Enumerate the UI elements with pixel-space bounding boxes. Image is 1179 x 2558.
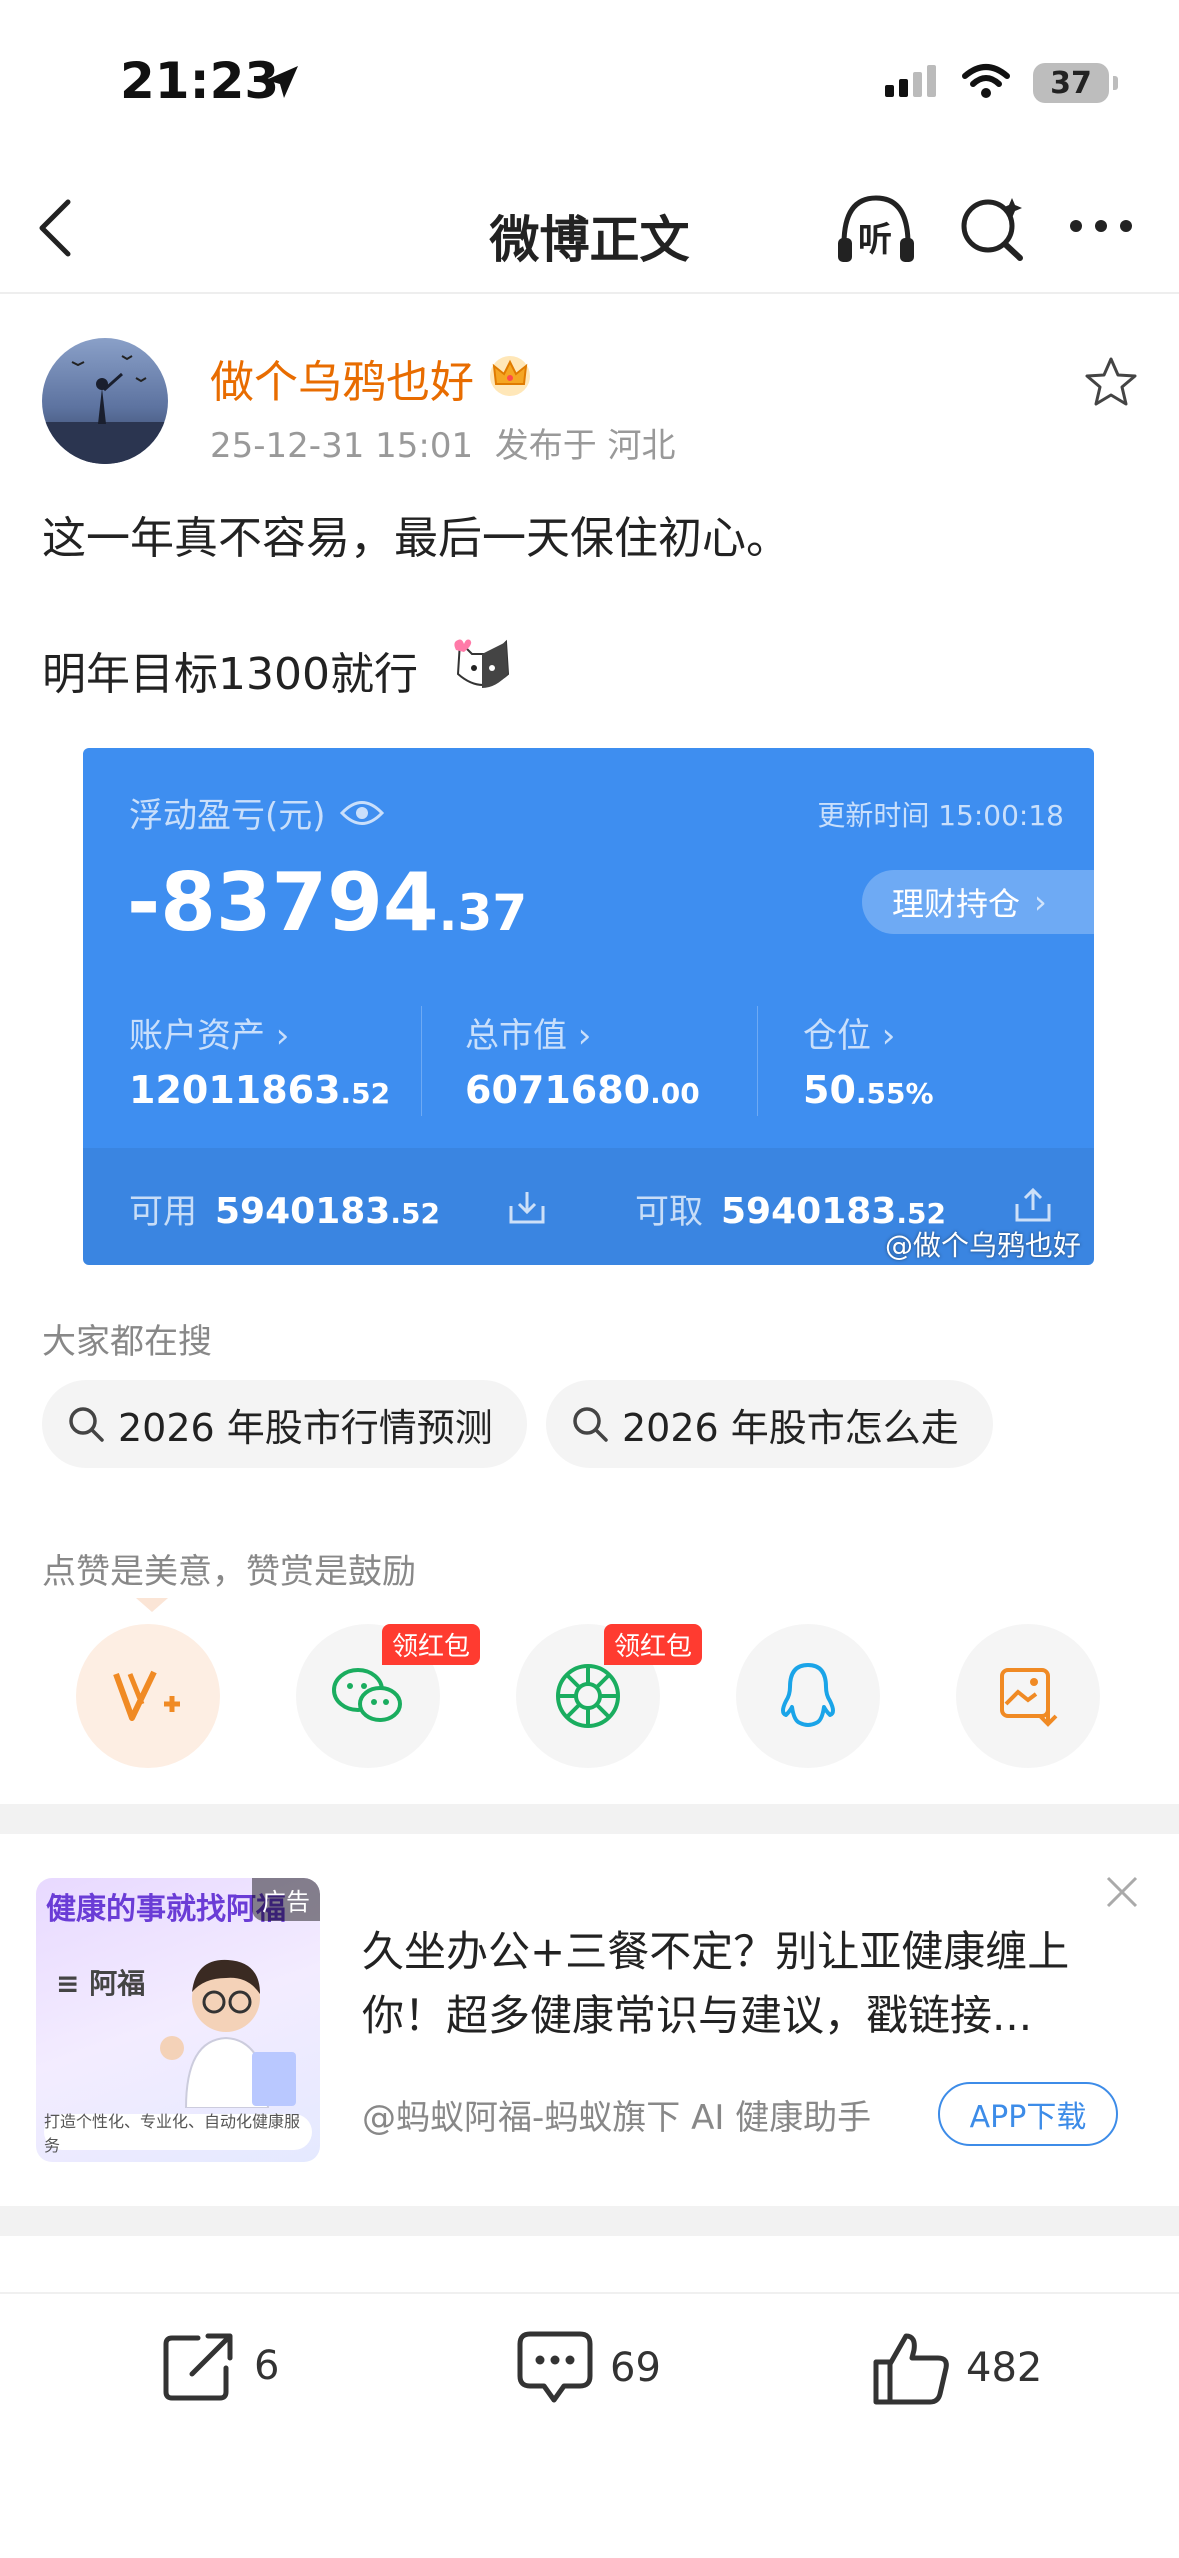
ad-image-caption: 打造个性化、专业化、自动化健康服务 <box>44 2112 312 2155</box>
image-watermark: @做个乌鸦也好 <box>885 1229 1082 1262</box>
market-value-label: 总市值 › <box>465 1016 592 1056</box>
reward-label: 点赞是美意，赞赏是鼓励 <box>42 1552 416 1592</box>
save-image-icon <box>1000 1668 1058 1727</box>
search-chip-label: 2026 年股市行情预测 <box>118 1405 493 1450</box>
pnl-value: -83794.37 <box>127 856 527 949</box>
comment-count: 69 <box>610 2345 661 2391</box>
status-time: 21:23 <box>120 52 280 110</box>
search-chip-2[interactable]: 2026 年股市怎么走 <box>546 1380 993 1468</box>
signal-icon <box>883 63 939 103</box>
reward-button[interactable] <box>76 1624 220 1768</box>
comment-button[interactable]: 69 <box>516 2330 661 2406</box>
like-count: 482 <box>966 2345 1043 2391</box>
avatar[interactable] <box>42 338 168 464</box>
account-assets-value: 12011863.52 <box>129 1068 391 1112</box>
search-icon <box>573 1407 608 1442</box>
section-separator <box>0 2206 1179 2236</box>
save-image-button[interactable] <box>956 1624 1100 1768</box>
repost-count: 6 <box>254 2343 280 2389</box>
favorite-star-icon[interactable] <box>1084 356 1138 412</box>
pnl-label: 浮动盈亏(元) <box>129 796 326 836</box>
qq-icon <box>781 1663 835 1727</box>
cat-emoji-icon <box>452 634 514 696</box>
ad-source: @蚂蚁阿福-蚂蚁旗下 AI 健康助手 <box>362 2098 872 2138</box>
holdings-button[interactable]: 理财持仓 › <box>862 870 1094 934</box>
update-time: 更新时间 15:00:18 <box>817 799 1064 832</box>
crown-badge-icon <box>486 350 534 402</box>
repost-icon <box>163 2333 233 2401</box>
search-chip-label: 2026 年股市怎么走 <box>622 1405 959 1450</box>
position-label: 仓位 › <box>803 1016 896 1056</box>
position-value: 50.55% <box>803 1068 934 1112</box>
v-plus-icon <box>113 1670 180 1721</box>
thumbs-up-icon <box>873 2333 949 2405</box>
pnl-main: -83794 <box>127 856 439 949</box>
post-timestamp: 25-12-31 15:01 <box>210 426 474 466</box>
close-ad-icon[interactable] <box>1104 1874 1140 1914</box>
red-packet-badge: 领红包 <box>604 1624 703 1665</box>
more-button[interactable] <box>1068 218 1134 238</box>
col-divider <box>421 1006 422 1116</box>
red-packet-badge: 领红包 <box>382 1624 481 1665</box>
pnl-decimal: .37 <box>438 884 528 942</box>
tooltip-arrow <box>136 1598 168 1612</box>
location-arrow-icon <box>262 62 302 106</box>
like-button[interactable]: 482 <box>872 2330 1042 2406</box>
section-separator <box>0 1804 1179 1834</box>
battery-indicator: 37 <box>1033 63 1118 103</box>
post-text-line2: 明年目标1300就行 <box>42 649 418 700</box>
market-value-value: 6071680.00 <box>465 1068 700 1112</box>
post-meta: 25-12-31 15:01 发布于 河北 <box>210 418 676 467</box>
app-download-button[interactable]: APP下载 <box>938 2082 1118 2146</box>
upload-icon[interactable] <box>1013 1184 1053 1224</box>
ai-search-button[interactable] <box>956 192 1028 268</box>
ad-image-title: 健康的事就找阿福 <box>46 1892 286 1927</box>
col-divider <box>757 1006 758 1116</box>
wechat-icon <box>332 1668 402 1722</box>
post-location: 发布于 河北 <box>494 426 676 466</box>
ad-text[interactable]: 久坐办公+三餐不定？别让亚健康缠上你！超多健康常识与建议，戳链接... <box>362 1920 1132 2048</box>
eye-icon <box>339 800 384 825</box>
ad-image[interactable]: 健康的事就找阿福 广告 ≡ 阿福 打造个性化、专业化、自动化健康服务 <box>36 1878 320 2162</box>
ad-tag: 广告 <box>252 1878 320 1921</box>
repost-button[interactable]: 6 <box>162 2330 279 2402</box>
available-funds: 可用 5940183.52 <box>129 1191 440 1232</box>
ad-brand: ≡ 阿福 <box>56 1967 146 2000</box>
search-chip-1[interactable]: 2026 年股市行情预测 <box>42 1380 527 1468</box>
holdings-button-label: 理财持仓 <box>892 885 1021 923</box>
nav-divider <box>0 292 1179 294</box>
username[interactable]: 做个乌鸦也好 <box>210 346 474 410</box>
status-indicators: 37 <box>883 62 1118 104</box>
search-section-label: 大家都在搜 <box>42 1322 212 1362</box>
account-assets-label: 账户资产 › <box>129 1016 290 1056</box>
listen-label: 听 <box>858 220 892 260</box>
wifi-icon <box>961 62 1011 104</box>
chevron-right-icon: › <box>1034 883 1047 921</box>
comment-icon <box>517 2331 593 2403</box>
share-qq-button[interactable] <box>736 1624 880 1768</box>
search-icon <box>69 1407 104 1442</box>
pnl-label-row: 浮动盈亏(元) <box>129 788 384 837</box>
moments-icon <box>556 1664 620 1728</box>
download-icon[interactable] <box>507 1188 547 1228</box>
doctor-illustration <box>160 1959 296 2108</box>
post-text-line1: 这一年真不容易，最后一天保住初心。 <box>42 513 790 564</box>
portfolio-screenshot[interactable]: 浮动盈亏(元) 更新时间 15:00:18 -83794.37 理财持仓 › 账户… <box>83 748 1094 1265</box>
listen-button[interactable]: 听 <box>834 192 918 268</box>
